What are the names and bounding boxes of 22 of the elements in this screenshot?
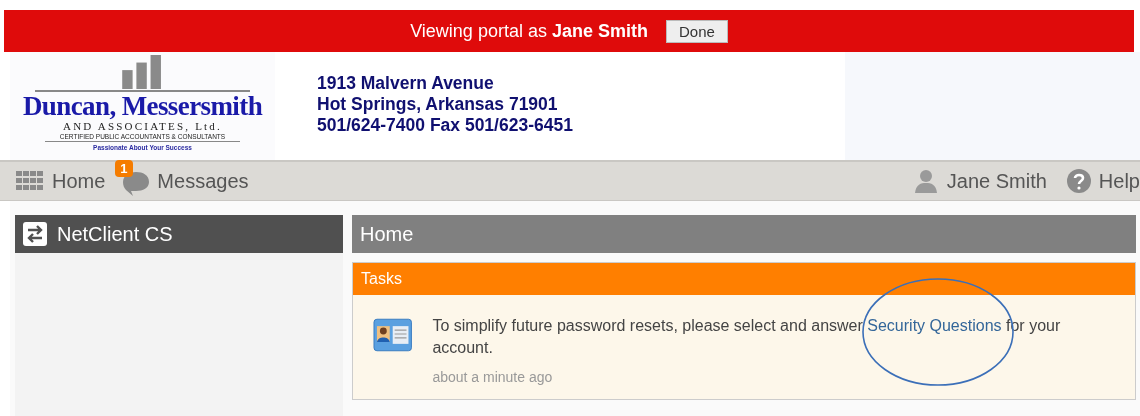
done-button[interactable]: Done — [665, 19, 728, 43]
address-line: 501/624-7400 Fax 501/623-6451 — [317, 115, 574, 136]
help-link[interactable]: Help — [1098, 169, 1140, 193]
swap-icon — [23, 222, 47, 246]
id-card-icon — [373, 318, 413, 352]
address-line: 1913 Malvern Avenue — [317, 73, 495, 94]
user-icon[interactable] — [913, 169, 938, 193]
tasks-title: Tasks — [361, 270, 402, 288]
grid-icon[interactable] — [16, 171, 44, 191]
sidebar-title: NetClient CS — [57, 222, 173, 246]
address-line: Hot Springs, Arkansas 71901 — [317, 94, 559, 115]
impersonation-text: Viewing portal as Jane Smith — [410, 20, 648, 42]
messages-link[interactable]: Messages — [157, 169, 249, 193]
page-title: Home — [360, 222, 414, 246]
security-questions-link[interactable]: Security Questions — [867, 317, 1002, 334]
help-icon[interactable] — [1066, 169, 1091, 193]
logo-name: Duncan, Messersmith — [22, 92, 263, 120]
task-timestamp: about a minute ago — [432, 369, 554, 385]
logo-subtitle: AND ASSOCIATES, Ltd. — [63, 120, 222, 132]
user-link[interactable]: Jane Smith — [946, 169, 1047, 193]
notification-badge: 1 — [115, 160, 133, 177]
home-link[interactable]: Home — [52, 169, 106, 193]
